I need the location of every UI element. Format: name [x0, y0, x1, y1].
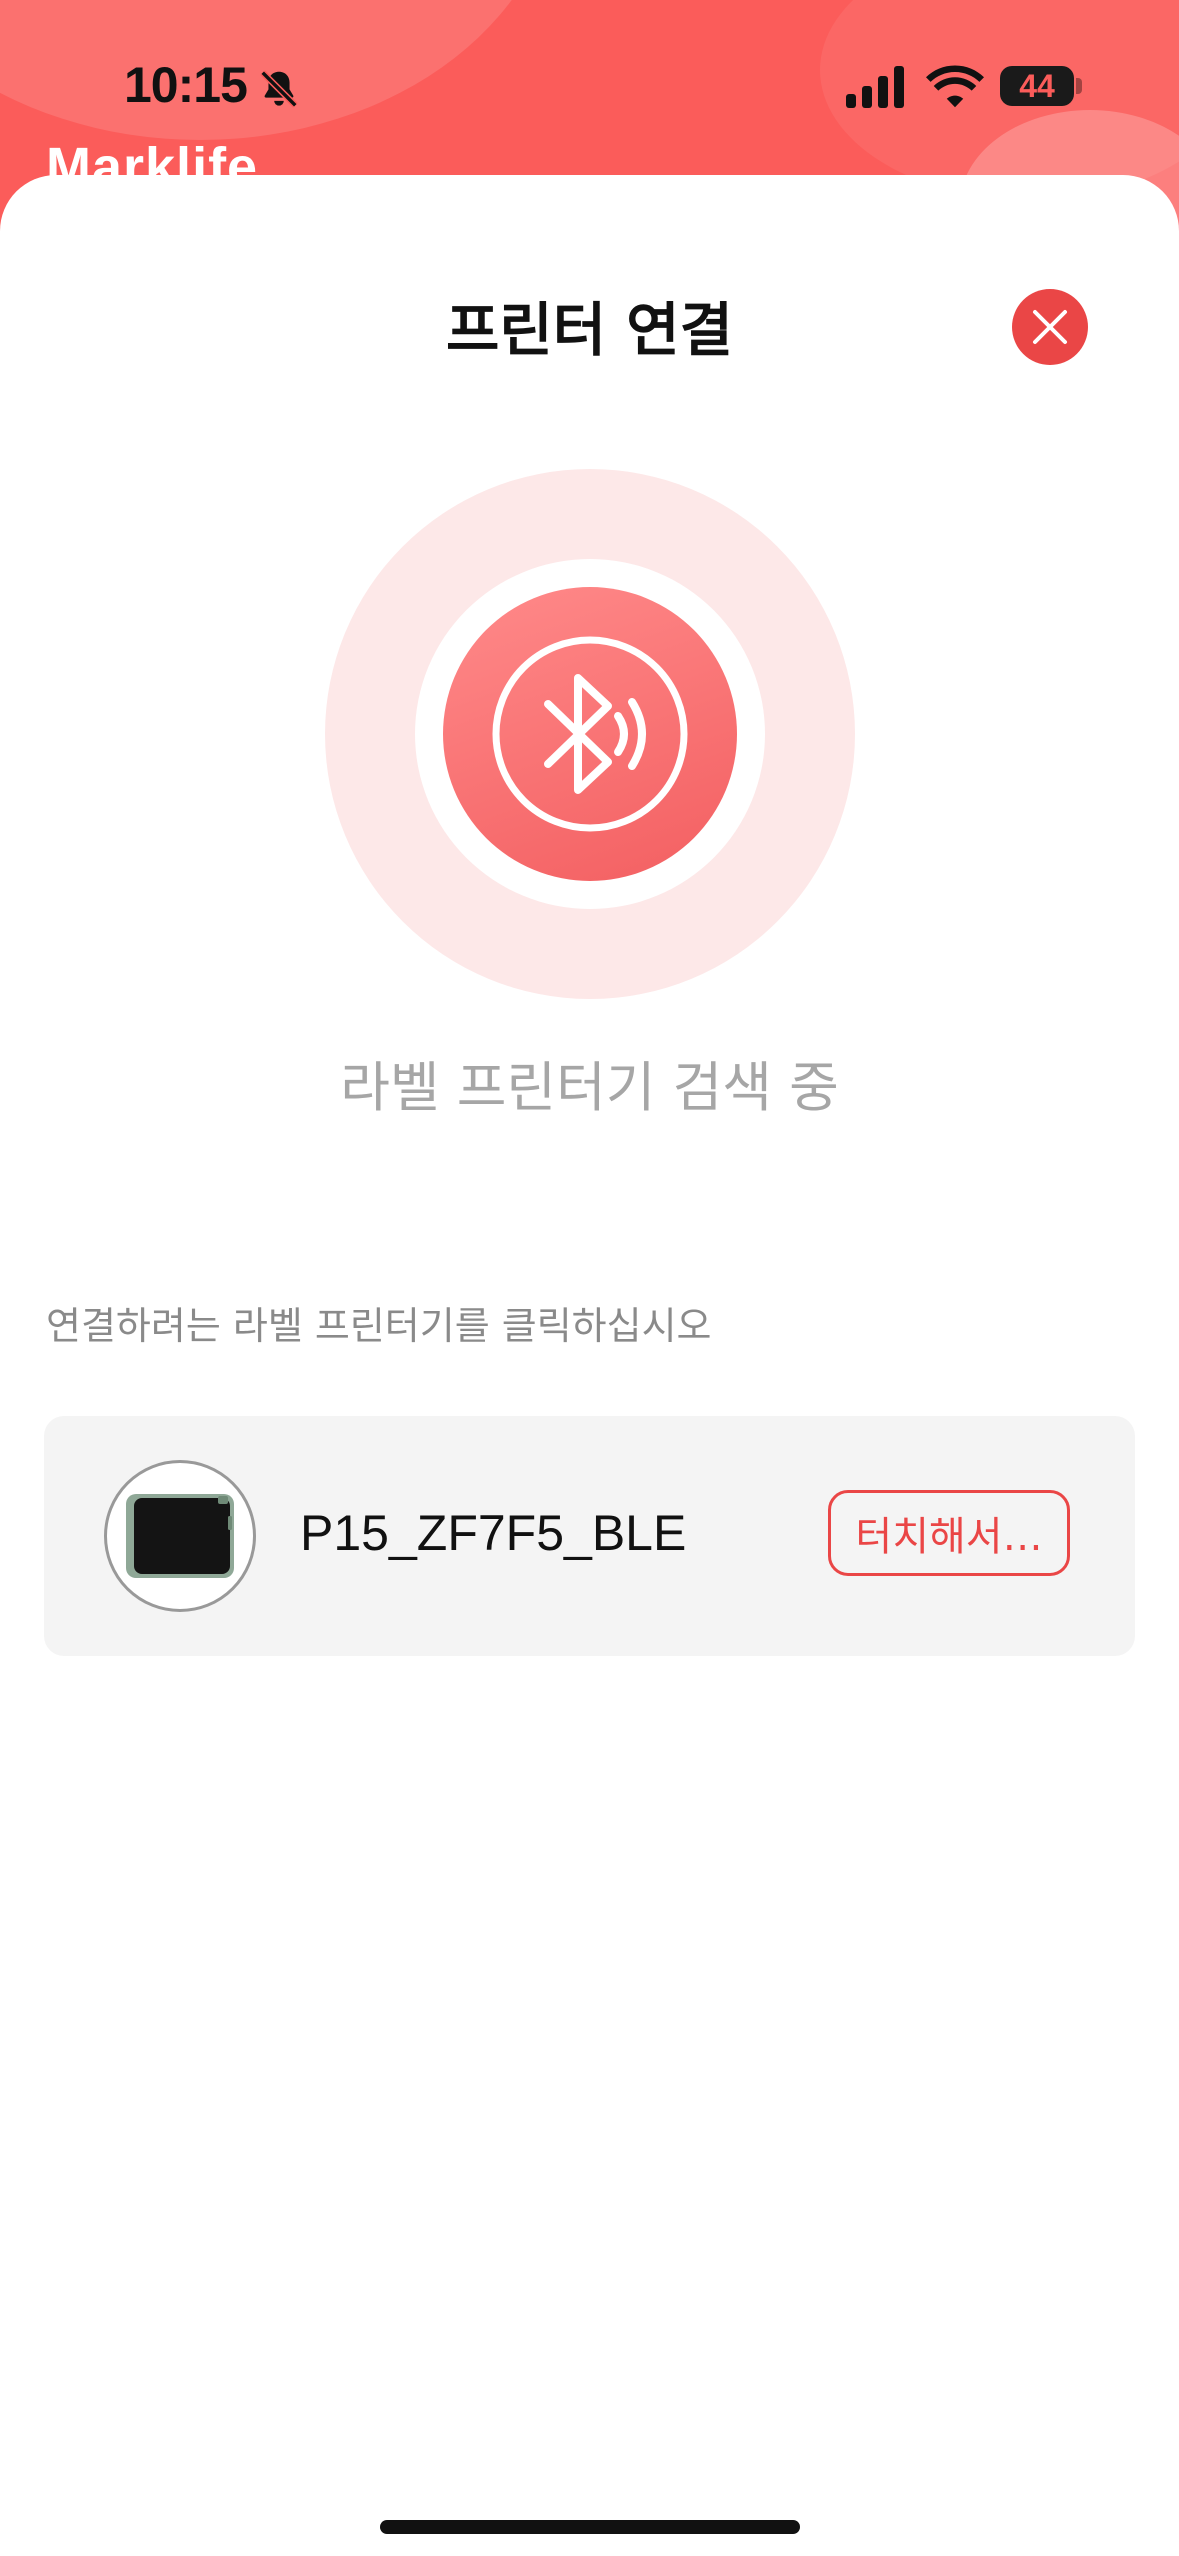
close-button[interactable] [1012, 289, 1088, 365]
status-bar: 10:15 44 [0, 0, 1179, 174]
battery-cap [1076, 78, 1082, 94]
bluetooth-scan-indicator [443, 587, 737, 881]
printer-device-image [104, 1460, 256, 1612]
battery-level: 44 [1019, 67, 1055, 104]
close-icon [1033, 310, 1067, 344]
wifi-icon [926, 65, 984, 108]
bell-slash-icon [260, 70, 298, 108]
home-indicator[interactable] [380, 2520, 800, 2534]
device-list-item[interactable]: P15_ZF7F5_BLE 터치해서… [44, 1416, 1135, 1656]
status-time: 10:15 [124, 57, 248, 113]
sheet-title: 프린터 연결 [446, 296, 733, 364]
printer-device-icon [126, 1494, 234, 1578]
cellular-signal-icon [846, 66, 904, 108]
battery-icon: 44 [1000, 66, 1074, 106]
connect-button[interactable]: 터치해서… [828, 1490, 1070, 1576]
device-name: P15_ZF7F5_BLE [300, 1505, 687, 1561]
bluetooth-scan-icon [492, 636, 688, 832]
instruction-text: 연결하려는 라벨 프린터기를 클릭하십시오 [46, 1304, 712, 1348]
searching-status-text: 라벨 프린터기 검색 중 [340, 1056, 839, 1119]
printer-connect-sheet: 프린터 연결 라벨 프린터기 검색 중 연결하려는 라벨 프린터기를 클릭하십시… [0, 175, 1179, 2556]
